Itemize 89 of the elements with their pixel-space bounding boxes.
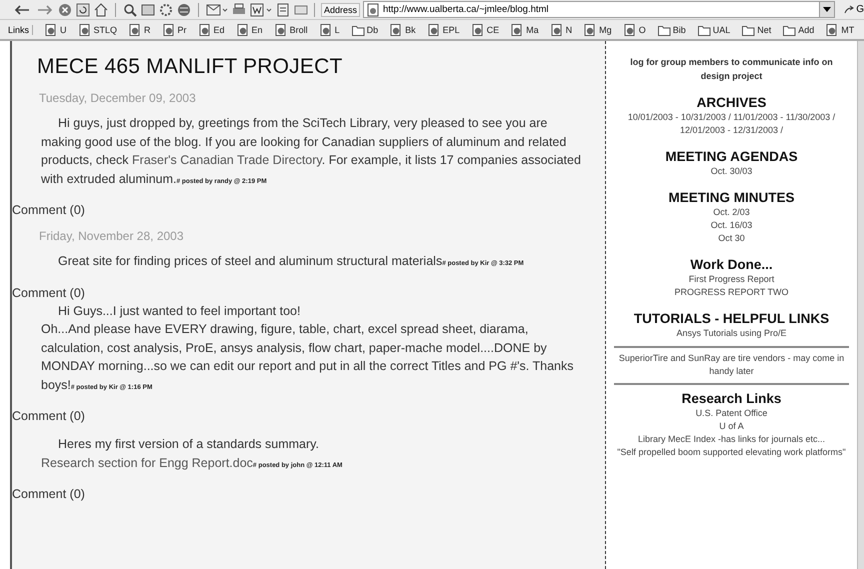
link-button[interactable]: L bbox=[320, 24, 340, 36]
link-button[interactable]: CE bbox=[472, 24, 500, 36]
link-button[interactable]: U bbox=[45, 24, 67, 36]
link-button[interactable]: Ma bbox=[511, 24, 539, 36]
blog-title: MECE 465 MANLIFT PROJECT bbox=[37, 55, 344, 79]
folder-icon bbox=[698, 24, 711, 36]
sidebar-link[interactable]: 10/01/2003 - 10/31/2003 / 11/01/2003 - 11/30/2003 / 12/01/2003 - 12/31/2003 / bbox=[614, 111, 849, 137]
sidebar-link[interactable]: U.S. Patent Office bbox=[696, 407, 768, 420]
page-icon bbox=[472, 24, 485, 36]
post-date: Tuesday, December 09, 2003 bbox=[39, 91, 197, 105]
link-button[interactable]: Bib bbox=[658, 24, 686, 36]
scrollbar[interactable] bbox=[857, 41, 864, 569]
link-button[interactable]: Ed bbox=[198, 24, 225, 36]
link-button[interactable]: Mg bbox=[584, 24, 612, 36]
comments-link[interactable]: Comment (0) bbox=[12, 286, 599, 300]
link-button[interactable]: En bbox=[236, 24, 263, 36]
refresh-icon[interactable] bbox=[76, 2, 90, 16]
sidebar-link[interactable]: Ansys Tutorials using Pro/E bbox=[676, 327, 787, 340]
sidebar-note: SuperiorTire and SunRay are tire vendors - may come in handy later bbox=[618, 352, 846, 378]
page-icon bbox=[78, 24, 92, 36]
link-button[interactable]: Net bbox=[742, 24, 772, 36]
comments-link[interactable]: Comment (0) bbox=[12, 487, 599, 501]
sidebar-link[interactable]: "Self propelled boom supported elevating work platforms" bbox=[617, 446, 846, 459]
section-heading: ARCHIVES bbox=[696, 95, 766, 111]
sidebar-link[interactable]: Oct 30 bbox=[718, 232, 745, 245]
link-button[interactable]: Broll bbox=[274, 24, 308, 36]
page-icon bbox=[550, 24, 564, 36]
comments-link[interactable]: Comment (0) bbox=[12, 409, 599, 423]
link-button[interactable]: Add bbox=[783, 24, 814, 36]
folder-icon bbox=[352, 24, 365, 36]
folder-icon bbox=[658, 24, 671, 36]
link-button[interactable]: N bbox=[550, 24, 572, 36]
link-button[interactable]: MT bbox=[826, 24, 854, 36]
section-heading: MEETING MINUTES bbox=[668, 190, 794, 206]
page-icon bbox=[826, 24, 840, 36]
word-document-icon[interactable] bbox=[250, 2, 272, 16]
link-button[interactable]: Pr bbox=[162, 24, 187, 36]
page-icon bbox=[624, 24, 637, 36]
link-button[interactable]: STLQ bbox=[78, 24, 118, 36]
page-icon bbox=[162, 24, 176, 36]
go-arrow-icon bbox=[844, 4, 854, 14]
back-icon[interactable] bbox=[14, 2, 32, 16]
links-label: Links bbox=[8, 24, 34, 34]
sidebar-link[interactable]: Oct. 16/03 bbox=[710, 219, 752, 232]
sidebar-link[interactable]: Oct. 2/03 bbox=[713, 206, 750, 219]
page-icon bbox=[390, 24, 404, 36]
post-link[interactable]: Fraser's Canadian Trade Directory bbox=[132, 153, 322, 167]
page-icon bbox=[511, 24, 524, 36]
post-date: Friday, November 28, 2003 bbox=[39, 229, 185, 243]
print-icon[interactable] bbox=[232, 2, 246, 16]
post-text: Hi Guys...I just wanted to feel important too! bbox=[57, 302, 302, 320]
section-heading: Work Done... bbox=[690, 257, 773, 273]
comments-link[interactable]: Comment (0) bbox=[12, 203, 599, 217]
post-link[interactable]: Research section for Engg Report.doc bbox=[41, 456, 253, 470]
sidebar-link[interactable]: U of A bbox=[719, 420, 744, 433]
document-icon[interactable] bbox=[276, 2, 290, 16]
page-icon bbox=[366, 2, 380, 16]
folder-icon bbox=[742, 24, 756, 36]
sidebar-link[interactable]: Oct. 30/03 bbox=[710, 165, 752, 178]
link-button[interactable]: Db bbox=[352, 24, 378, 36]
mail-icon[interactable] bbox=[206, 2, 228, 16]
link-button[interactable]: EPL bbox=[428, 24, 460, 36]
link-button[interactable]: O bbox=[624, 24, 646, 36]
stop-icon[interactable] bbox=[58, 2, 72, 16]
search-icon[interactable] bbox=[123, 2, 137, 16]
page-icon bbox=[584, 24, 598, 36]
sidebar-link[interactable]: PROGRESS REPORT TWO bbox=[674, 286, 789, 299]
address-field[interactable]: http://www.ualberta.ca/~jmlee/blog.html bbox=[362, 1, 836, 18]
page-icon bbox=[129, 24, 142, 36]
section-heading: MEETING AGENDAS bbox=[665, 149, 798, 165]
home-icon[interactable] bbox=[94, 2, 108, 16]
link-button[interactable]: R bbox=[129, 24, 151, 36]
address-label: Address bbox=[320, 2, 360, 16]
section-heading: TUTORIALS - HELPFUL LINKS bbox=[634, 311, 830, 327]
sidebar-link[interactable]: First Progress Report bbox=[688, 273, 774, 286]
link-button[interactable]: UAL bbox=[698, 24, 730, 36]
page-icon bbox=[236, 24, 250, 36]
folder-icon bbox=[783, 24, 796, 36]
page-icon bbox=[198, 24, 212, 36]
blog-description: log for group members to communicate info on design project bbox=[629, 56, 834, 83]
go-button[interactable]: G bbox=[838, 4, 864, 15]
section-heading: Research Links bbox=[682, 391, 782, 407]
page-icon bbox=[274, 24, 288, 36]
sidebar-link[interactable]: Library MecE Index -has links for journals etc... bbox=[638, 433, 826, 446]
page-icon bbox=[320, 24, 333, 36]
link-button[interactable]: Bk bbox=[390, 24, 416, 36]
gear-icon[interactable] bbox=[159, 2, 173, 16]
page-icon bbox=[45, 24, 58, 36]
page-icon bbox=[428, 24, 441, 36]
